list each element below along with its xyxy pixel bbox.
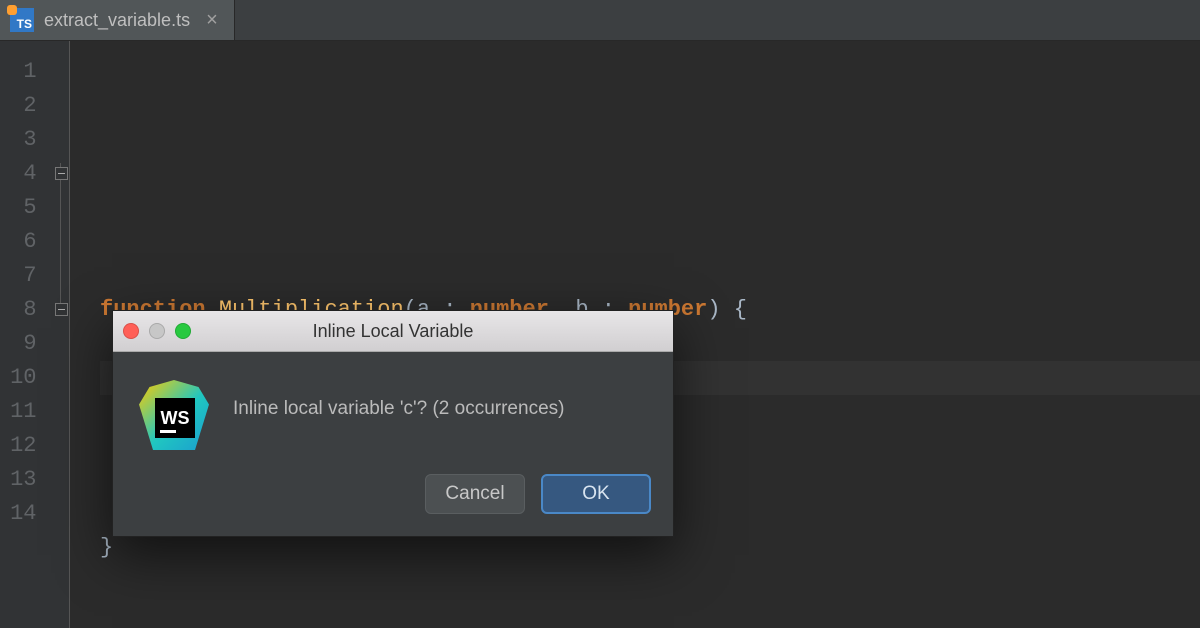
close-tab-icon[interactable]: × — [206, 10, 218, 30]
dialog-message: Inline local variable 'c'? (2 occurrence… — [233, 380, 564, 420]
window-zoom-icon[interactable] — [175, 323, 191, 339]
line-number: 5 — [0, 191, 37, 225]
window-close-icon[interactable] — [123, 323, 139, 339]
line-number: 4 — [0, 157, 37, 191]
line-number: 14 — [0, 497, 37, 531]
line-number: 10 — [0, 361, 37, 395]
fold-guide — [60, 163, 61, 309]
line-number: 3 — [0, 123, 37, 157]
line-number: 13 — [0, 463, 37, 497]
inline-variable-dialog: Inline Local Variable WS Inline local va… — [112, 310, 674, 537]
fold-gutter — [41, 41, 70, 628]
line-number-gutter: 1 2 3 4 5 6 7 8 9 10 11 12 13 14 — [0, 41, 41, 628]
line-number: 6 — [0, 225, 37, 259]
window-controls — [123, 323, 191, 339]
line-number: 8 — [0, 293, 37, 327]
fold-toggle-close-icon[interactable] — [55, 303, 68, 316]
line-number: 1 — [0, 55, 37, 89]
dialog-body: WS Inline local variable 'c'? (2 occurre… — [113, 352, 673, 460]
window-minimize-icon[interactable] — [149, 323, 165, 339]
line-number: 12 — [0, 429, 37, 463]
typescript-file-icon: TS — [10, 8, 34, 32]
line-number: 7 — [0, 259, 37, 293]
editor-tab[interactable]: TS extract_variable.ts × — [0, 0, 235, 40]
line-number: 2 — [0, 89, 37, 123]
tab-bar: TS extract_variable.ts × — [0, 0, 1200, 41]
fold-toggle-open-icon[interactable] — [55, 167, 68, 180]
dialog-button-row: Cancel OK — [113, 460, 673, 536]
dialog-titlebar[interactable]: Inline Local Variable — [113, 311, 673, 352]
cancel-button[interactable]: Cancel — [425, 474, 525, 514]
webstorm-logo-icon: WS — [139, 380, 209, 450]
line-number: 9 — [0, 327, 37, 361]
line-number: 11 — [0, 395, 37, 429]
tab-filename: extract_variable.ts — [44, 10, 190, 31]
ok-button[interactable]: OK — [541, 474, 651, 514]
dialog-title: Inline Local Variable — [113, 321, 673, 342]
